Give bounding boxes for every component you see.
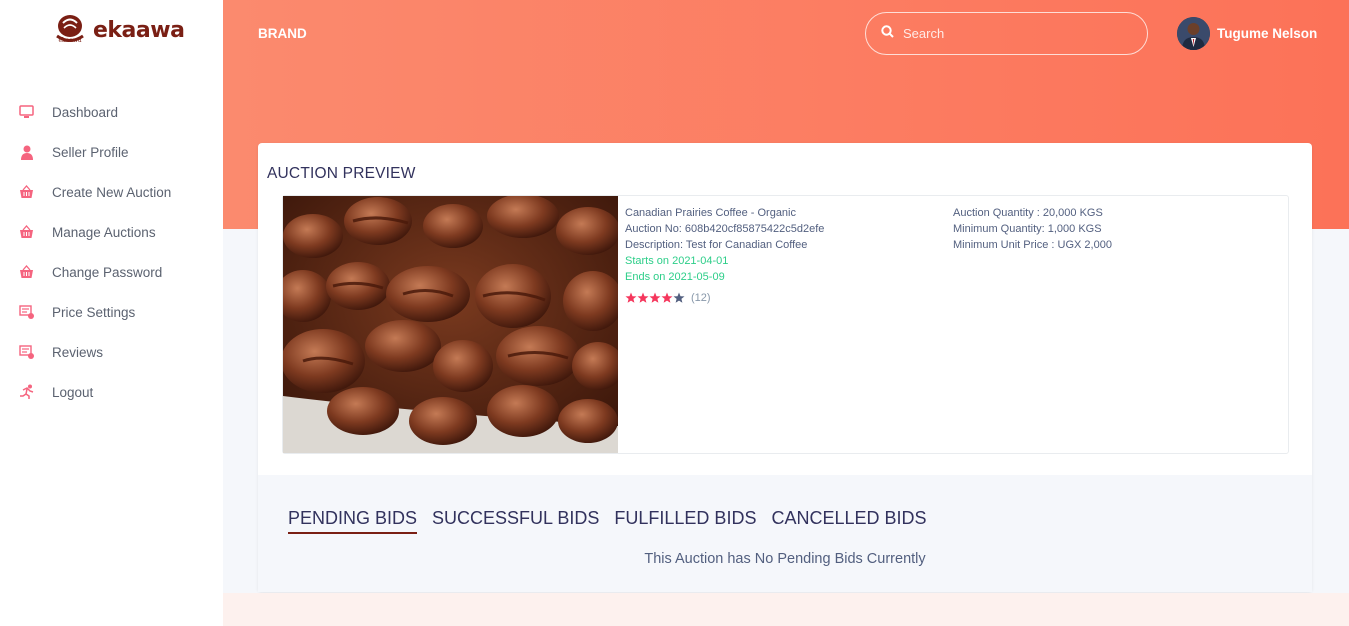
logo[interactable]: ekaawa ekaawa — [51, 12, 185, 48]
settings-icon — [18, 304, 35, 321]
user-name: Tugume Nelson — [1217, 26, 1318, 41]
product-name: Canadian Prairies Coffee - Organic — [625, 207, 796, 219]
auction-card: AUCTION PREVIEW Canadian Prairies Coffee… — [258, 143, 1312, 592]
sidebar-item-label: Manage Auctions — [52, 224, 156, 240]
sidebar-item-label: Change Password — [52, 264, 163, 280]
logo-text: ekaawa — [93, 17, 185, 43]
auction-quantities: Auction Quantity : 20,000 KGS Minimum Qu… — [953, 205, 1112, 253]
brand-link[interactable]: BRAND — [258, 26, 307, 41]
sidebar-item-label: Dashboard — [52, 104, 119, 120]
sidebar-item-create-new-auction[interactable]: Create New Auction — [0, 172, 223, 212]
settings-icon — [18, 344, 35, 361]
sidebar-item-dashboard[interactable]: Dashboard — [0, 92, 223, 132]
sidebar-item-manage-auctions[interactable]: Manage Auctions — [0, 212, 223, 252]
sidebar-item-label: Reviews — [52, 344, 104, 360]
main-content: BRAND Tugume Nelson AUCTION PREVIEW — [223, 0, 1349, 626]
sidebar-item-label: Create New Auction — [52, 184, 172, 200]
page-title: AUCTION PREVIEW — [267, 165, 416, 182]
review-count: (12) — [691, 292, 711, 304]
auction-number: Auction No: 608b420cf85875422c5d2efe — [625, 223, 825, 235]
basket-icon — [18, 264, 35, 281]
sidebar-item-label: Logout — [52, 384, 94, 400]
footer-strip — [223, 593, 1349, 626]
coffee-beans-image — [283, 196, 618, 453]
avatar — [1177, 17, 1210, 50]
star-rating: (12) — [625, 290, 824, 306]
tab-cancelled-bids[interactable]: CANCELLED BIDS — [771, 508, 926, 534]
search-box[interactable] — [865, 12, 1148, 55]
bids-section: PENDING BIDS SUCCESSFUL BIDS FULFILLED B… — [258, 475, 1312, 592]
auction-preview: Canadian Prairies Coffee - Organic Aucti… — [282, 195, 1289, 454]
minimum-quantity: Minimum Quantity: 1,000 KGS — [953, 223, 1102, 235]
sidebar: ekaawa ekaawa Dashboard Seller Profile C… — [0, 0, 223, 626]
tab-pending-bids[interactable]: PENDING BIDS — [288, 508, 418, 534]
sidebar-item-change-password[interactable]: Change Password — [0, 252, 223, 292]
auction-description: Description: Test for Canadian Coffee — [625, 239, 808, 251]
sidebar-item-label: Price Settings — [52, 304, 136, 320]
basket-icon — [18, 224, 35, 241]
sidebar-item-price-settings[interactable]: Price Settings — [0, 292, 223, 332]
sidebar-item-label: Seller Profile — [52, 144, 129, 160]
rating-stars-icon — [625, 292, 685, 303]
auction-quantity: Auction Quantity : 20,000 KGS — [953, 207, 1103, 219]
basket-icon — [18, 184, 35, 201]
sidebar-item-reviews[interactable]: Reviews — [0, 332, 223, 372]
search-input[interactable] — [903, 26, 1123, 41]
bids-tabs: PENDING BIDS SUCCESSFUL BIDS FULFILLED B… — [288, 508, 942, 534]
auction-details: Canadian Prairies Coffee - Organic Aucti… — [625, 205, 824, 306]
tab-successful-bids[interactable]: SUCCESSFUL BIDS — [432, 508, 599, 534]
end-date: Ends on 2021-05-09 — [625, 271, 725, 283]
sidebar-nav: Dashboard Seller Profile Create New Auct… — [0, 92, 223, 412]
search-icon — [881, 24, 894, 43]
sidebar-item-seller-profile[interactable]: Seller Profile — [0, 132, 223, 172]
running-person-icon — [18, 384, 35, 401]
monitor-icon — [18, 104, 35, 121]
tab-fulfilled-bids[interactable]: FULFILLED BIDS — [614, 508, 756, 534]
svg-text:ekaawa: ekaawa — [58, 37, 81, 44]
coffee-cup-logo-icon: ekaawa — [51, 12, 89, 48]
user-icon — [18, 144, 35, 161]
empty-bids-message: This Auction has No Pending Bids Current… — [644, 551, 926, 567]
start-date: Starts on 2021-04-01 — [625, 255, 729, 267]
user-menu[interactable]: Tugume Nelson — [1177, 17, 1317, 50]
minimum-unit-price: Minimum Unit Price : UGX 2,000 — [953, 239, 1112, 251]
sidebar-item-logout[interactable]: Logout — [0, 372, 223, 412]
